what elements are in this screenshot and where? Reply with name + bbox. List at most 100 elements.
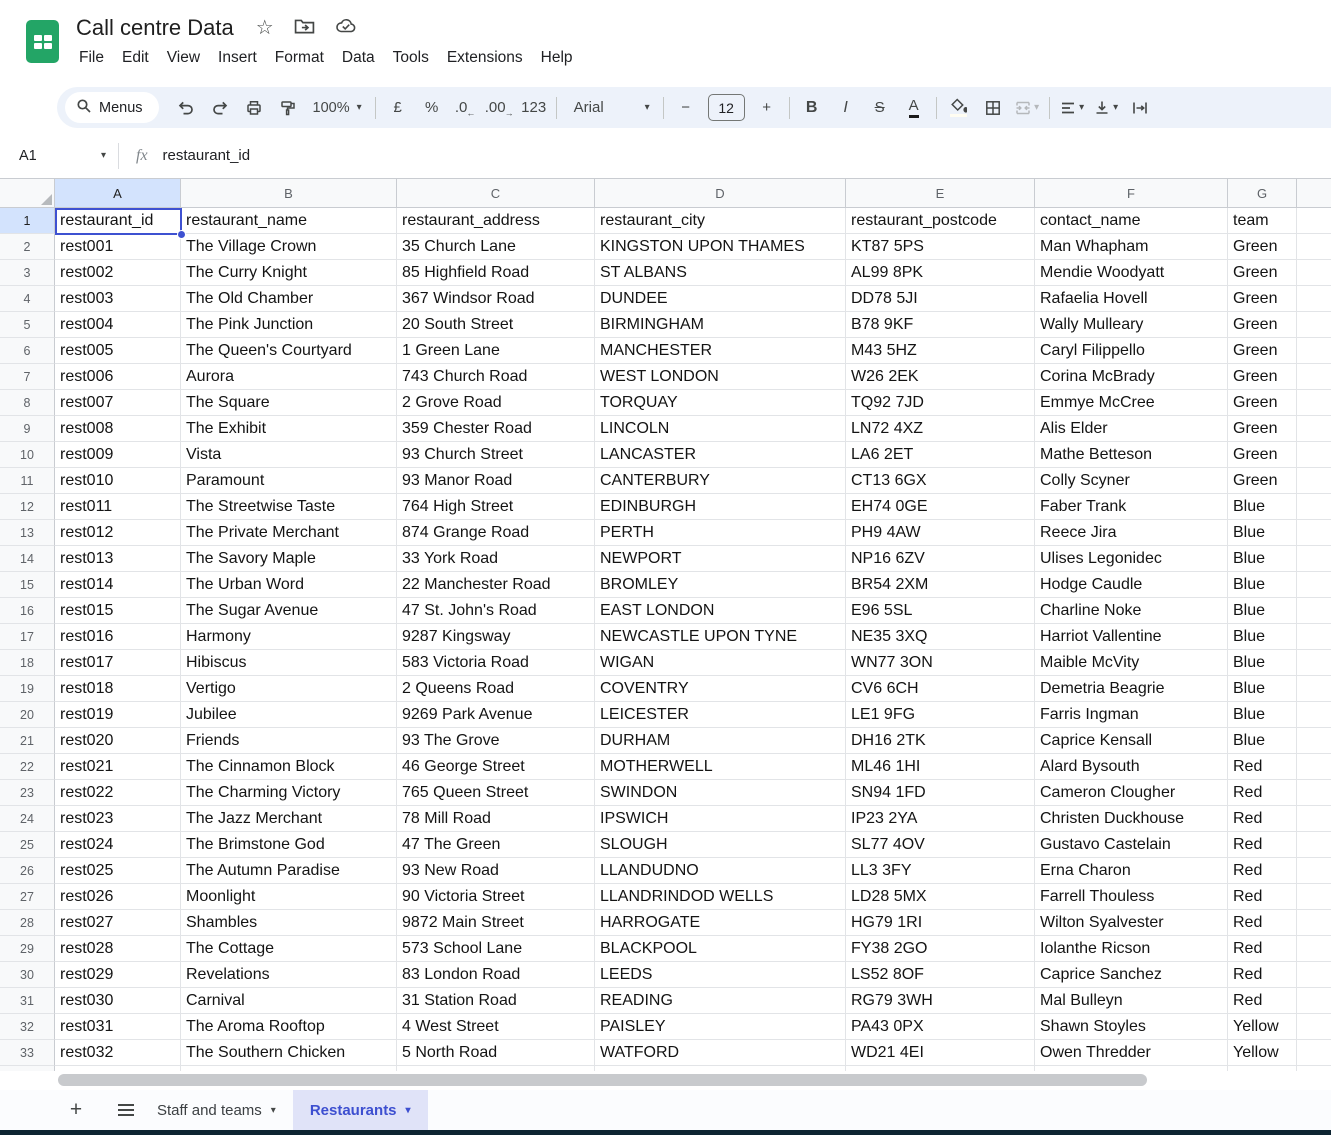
row-header-4[interactable]: 4 — [0, 286, 55, 312]
cell-D30[interactable]: LEEDS — [595, 962, 846, 988]
cell-C5[interactable]: 20 South Street — [397, 312, 595, 338]
cell-G31[interactable]: Red — [1228, 988, 1297, 1014]
cell-G15[interactable]: Blue — [1228, 572, 1297, 598]
cell-E29[interactable]: FY38 2GO — [846, 936, 1035, 962]
sheets-logo-icon[interactable] — [26, 20, 59, 63]
cell-C29[interactable]: 573 School Lane — [397, 936, 595, 962]
cell-partial-13[interactable] — [1297, 520, 1331, 546]
cell-C27[interactable]: 90 Victoria Street — [397, 884, 595, 910]
row-header-29[interactable]: 29 — [0, 936, 55, 962]
column-header-partial[interactable] — [1297, 179, 1331, 208]
cell-F10[interactable]: Mathe Betteson — [1035, 442, 1228, 468]
cell-partial-24[interactable] — [1297, 806, 1331, 832]
cell-E1[interactable]: restaurant_postcode — [846, 208, 1035, 234]
cell-B27[interactable]: Moonlight — [181, 884, 397, 910]
cell-C17[interactable]: 9287 Kingsway — [397, 624, 595, 650]
cell-E28[interactable]: HG79 1RI — [846, 910, 1035, 936]
cell-E2[interactable]: KT87 5PS — [846, 234, 1035, 260]
row-header-26[interactable]: 26 — [0, 858, 55, 884]
cell-B2[interactable]: The Village Crown — [181, 234, 397, 260]
cell-A24[interactable]: rest023 — [55, 806, 181, 832]
menu-insert[interactable]: Insert — [209, 44, 266, 72]
cell-F32[interactable]: Shawn Stoyles — [1035, 1014, 1228, 1040]
cell-partial-5[interactable] — [1297, 312, 1331, 338]
cell-B14[interactable]: The Savory Maple — [181, 546, 397, 572]
cell-G7[interactable]: Green — [1228, 364, 1297, 390]
column-header-D[interactable]: D — [595, 179, 846, 208]
cell-A10[interactable]: rest009 — [55, 442, 181, 468]
cell-D13[interactable]: PERTH — [595, 520, 846, 546]
row-header-1[interactable]: 1 — [0, 208, 55, 234]
cell-A8[interactable]: rest007 — [55, 390, 181, 416]
redo-button[interactable] — [203, 92, 237, 123]
cell-partial-18[interactable] — [1297, 650, 1331, 676]
cell-partial-33[interactable] — [1297, 1040, 1331, 1066]
cell-C8[interactable]: 2 Grove Road — [397, 390, 595, 416]
print-button[interactable] — [237, 92, 271, 123]
cell-A14[interactable]: rest013 — [55, 546, 181, 572]
cell-G29[interactable]: Red — [1228, 936, 1297, 962]
cell-G25[interactable]: Red — [1228, 832, 1297, 858]
cell-F29[interactable]: Iolanthe Ricson — [1035, 936, 1228, 962]
row-header-9[interactable]: 9 — [0, 416, 55, 442]
cell-A19[interactable]: rest018 — [55, 676, 181, 702]
cell-E7[interactable]: W26 2EK — [846, 364, 1035, 390]
cell-partial-28[interactable] — [1297, 910, 1331, 936]
cell-D28[interactable]: HARROGATE — [595, 910, 846, 936]
horizontal-scrollbar-thumb[interactable] — [58, 1074, 1147, 1086]
column-header-E[interactable]: E — [846, 179, 1035, 208]
column-header-B[interactable]: B — [181, 179, 397, 208]
cell-E25[interactable]: SL77 4OV — [846, 832, 1035, 858]
cell-G6[interactable]: Green — [1228, 338, 1297, 364]
cell-F9[interactable]: Alis Elder — [1035, 416, 1228, 442]
cell-C23[interactable]: 765 Queen Street — [397, 780, 595, 806]
cell-F23[interactable]: Cameron Clougher — [1035, 780, 1228, 806]
cell-G18[interactable]: Blue — [1228, 650, 1297, 676]
cell-D17[interactable]: NEWCASTLE UPON TYNE — [595, 624, 846, 650]
cell-D20[interactable]: LEICESTER — [595, 702, 846, 728]
cell-D4[interactable]: DUNDEE — [595, 286, 846, 312]
cell-B25[interactable]: The Brimstone God — [181, 832, 397, 858]
cell-G1[interactable]: team — [1228, 208, 1297, 234]
cell-F15[interactable]: Hodge Caudle — [1035, 572, 1228, 598]
cell-C13[interactable]: 874 Grange Road — [397, 520, 595, 546]
cell-partial-29[interactable] — [1297, 936, 1331, 962]
cell-C20[interactable]: 9269 Park Avenue — [397, 702, 595, 728]
formula-input[interactable]: restaurant_id — [163, 147, 251, 164]
cell-G10[interactable]: Green — [1228, 442, 1297, 468]
cell-G4[interactable]: Green — [1228, 286, 1297, 312]
cell-B5[interactable]: The Pink Junction — [181, 312, 397, 338]
cell-G23[interactable]: Red — [1228, 780, 1297, 806]
select-all-corner[interactable] — [0, 179, 55, 208]
row-header-18[interactable]: 18 — [0, 650, 55, 676]
row-header-8[interactable]: 8 — [0, 390, 55, 416]
cell-E3[interactable]: AL99 8PK — [846, 260, 1035, 286]
cell-F4[interactable]: Rafaelia Hovell — [1035, 286, 1228, 312]
cell-C4[interactable]: 367 Windsor Road — [397, 286, 595, 312]
menu-format[interactable]: Format — [266, 44, 333, 72]
cell-D11[interactable]: CANTERBURY — [595, 468, 846, 494]
cell-B24[interactable]: The Jazz Merchant — [181, 806, 397, 832]
cell-G27[interactable]: Red — [1228, 884, 1297, 910]
cell-C14[interactable]: 33 York Road — [397, 546, 595, 572]
cell-B32[interactable]: The Aroma Rooftop — [181, 1014, 397, 1040]
cell-B19[interactable]: Vertigo — [181, 676, 397, 702]
sheet-tab-restaurants[interactable]: Restaurants▾ — [293, 1090, 428, 1130]
cell-F26[interactable]: Erna Charon — [1035, 858, 1228, 884]
cell-D26[interactable]: LLANDUDNO — [595, 858, 846, 884]
cell-partial-11[interactable] — [1297, 468, 1331, 494]
cell-G2[interactable]: Green — [1228, 234, 1297, 260]
cell-B16[interactable]: The Sugar Avenue — [181, 598, 397, 624]
cell-partial-30[interactable] — [1297, 962, 1331, 988]
cell-F19[interactable]: Demetria Beagrie — [1035, 676, 1228, 702]
cell-F31[interactable]: Mal Bulleyn — [1035, 988, 1228, 1014]
cell-A23[interactable]: rest022 — [55, 780, 181, 806]
menu-data[interactable]: Data — [333, 44, 384, 72]
cell-E27[interactable]: LD28 5MX — [846, 884, 1035, 910]
cell-C1[interactable]: restaurant_address — [397, 208, 595, 234]
cell-D9[interactable]: LINCOLN — [595, 416, 846, 442]
cell-G22[interactable]: Red — [1228, 754, 1297, 780]
cell-D29[interactable]: BLACKPOOL — [595, 936, 846, 962]
menu-help[interactable]: Help — [532, 44, 582, 72]
cell-E10[interactable]: LA6 2ET — [846, 442, 1035, 468]
